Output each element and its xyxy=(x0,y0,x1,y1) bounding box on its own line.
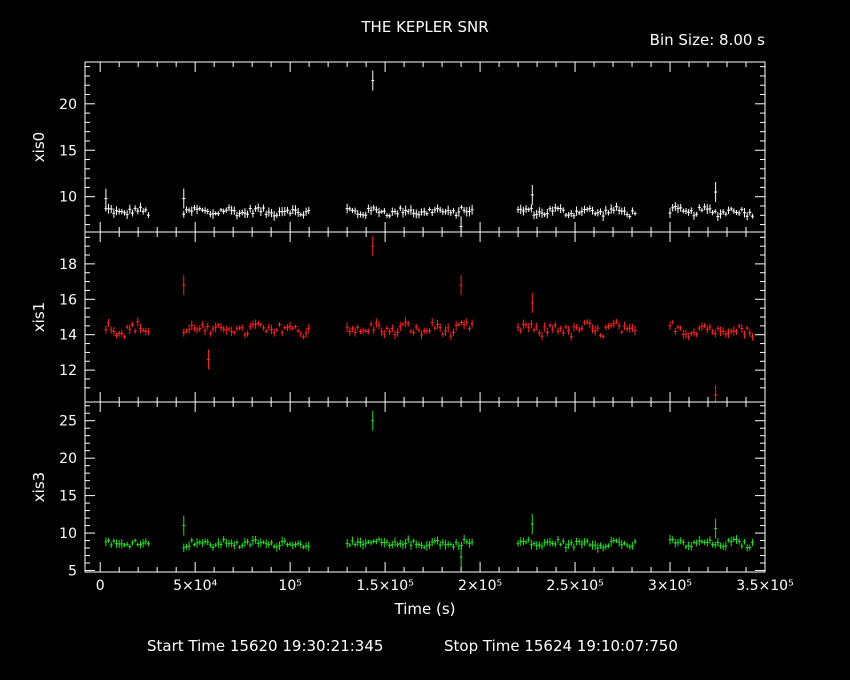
start-time-label: Start Time 15620 19:30:21:345 xyxy=(147,637,383,655)
x-tick-label: 2×10⁵ xyxy=(458,578,502,594)
x-tick-label: 3.5×10⁵ xyxy=(736,578,793,594)
y-axis-label-xis1: xis1 xyxy=(30,302,48,332)
x-axis-ticks: 0 5×10⁴ 10⁵ 1.5×10⁵ 2×10⁵ 2.5×10⁵ 3×10⁵ 3.5×10⁵ xyxy=(96,578,794,594)
y-tick-label: 12 xyxy=(59,363,77,379)
y-tick-label: 10 xyxy=(59,190,77,206)
series-xis3 xyxy=(104,410,754,568)
x-axis-label: Time (s) xyxy=(394,600,456,618)
x-tick-label: 0 xyxy=(96,578,105,594)
y-tick-label: 18 xyxy=(59,257,77,273)
series-xis0 xyxy=(104,70,754,232)
x-tick-label: 3×10⁵ xyxy=(648,578,692,594)
x-tick-label: 2.5×10⁵ xyxy=(546,578,603,594)
y-tick-label: 5 xyxy=(68,564,77,580)
y-tick-label: 10 xyxy=(59,526,77,542)
panel-frame xyxy=(84,231,766,403)
x-tick-label: 1.5×10⁵ xyxy=(356,578,413,594)
panel-xis3: 5 10 15 20 25 xis3 xyxy=(30,401,766,580)
y-tick-label: 25 xyxy=(59,414,77,430)
series-xis1 xyxy=(104,236,754,402)
panel-xis0: 10 15 20 xis0 xyxy=(30,61,766,233)
chart-title: THE KEPLER SNR xyxy=(360,18,488,36)
y-axis-label-xis0: xis0 xyxy=(30,132,48,162)
y-tick-label: 20 xyxy=(59,451,77,467)
panel-xis1: 12 14 16 18 xis1 xyxy=(30,231,766,403)
y-tick-label: 16 xyxy=(59,292,77,308)
light-curve-chart: THE KEPLER SNR Bin Size: 8.00 s 10 15 20 xi… xyxy=(30,18,794,655)
bin-size-label: Bin Size: 8.00 s xyxy=(650,31,766,49)
panel-frame xyxy=(84,61,766,233)
y-tick-label: 15 xyxy=(59,143,77,159)
x-tick-label: 10⁵ xyxy=(278,578,301,594)
y-tick-label: 15 xyxy=(59,489,77,505)
y-axis-label-xis3: xis3 xyxy=(30,472,48,502)
y-tick-label: 14 xyxy=(59,328,77,344)
y-tick-label: 20 xyxy=(59,97,77,113)
stop-time-label: Stop Time 15624 19:10:07:750 xyxy=(444,637,678,655)
x-tick-label: 5×10⁴ xyxy=(173,578,217,594)
panels-group: 10 15 20 xis0 12 14 16 18 xis1 5 10 15 20 25 xis3 xyxy=(30,61,766,580)
